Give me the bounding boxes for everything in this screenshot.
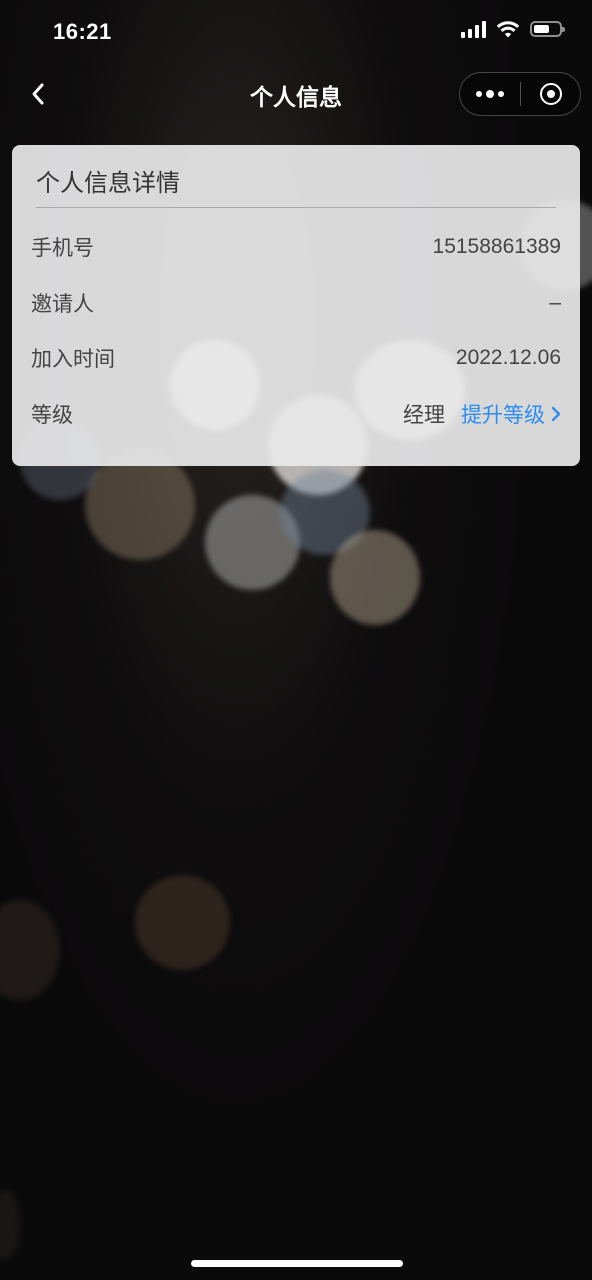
row-label: 加入时间 — [31, 348, 115, 371]
card-title: 个人信息详情 — [36, 170, 180, 197]
divider — [36, 207, 556, 208]
info-row-join-date: 加入时间 2022.12.06 — [31, 338, 561, 378]
more-dots-icon — [476, 91, 482, 97]
wifi-icon — [496, 21, 520, 38]
info-row-inviter: 邀请人 – — [31, 283, 561, 323]
close-button[interactable] — [521, 72, 580, 116]
battery-icon — [530, 21, 565, 37]
info-row-phone: 手机号 15158861389 — [31, 227, 561, 267]
mini-program-capsule — [459, 72, 581, 116]
target-close-icon — [539, 83, 562, 105]
personal-info-card: 个人信息详情 手机号 15158861389 邀请人 – 加入时间 2022.1… — [12, 145, 580, 466]
info-row-level: 等级 经理 提升等级 — [31, 394, 561, 434]
row-label: 等级 — [31, 404, 73, 427]
navigation-bar: 个人信息 — [0, 66, 592, 122]
level-value: 经理 — [403, 404, 445, 427]
signal-icon — [461, 20, 486, 38]
row-value: – — [549, 291, 561, 314]
row-label: 手机号 — [31, 237, 94, 260]
row-value: 2022.12.06 — [455, 346, 561, 369]
home-indicator[interactable] — [191, 1260, 403, 1267]
row-label: 邀请人 — [31, 293, 94, 316]
chevron-right-icon — [551, 406, 561, 422]
upgrade-label: 提升等级 — [461, 404, 545, 427]
status-bar: 16:21 — [0, 0, 592, 64]
status-time: 16:21 — [53, 19, 112, 44]
more-button[interactable] — [460, 72, 520, 116]
row-value: 15158861389 — [432, 235, 561, 258]
upgrade-level-link[interactable]: 提升等级 — [461, 399, 561, 429]
